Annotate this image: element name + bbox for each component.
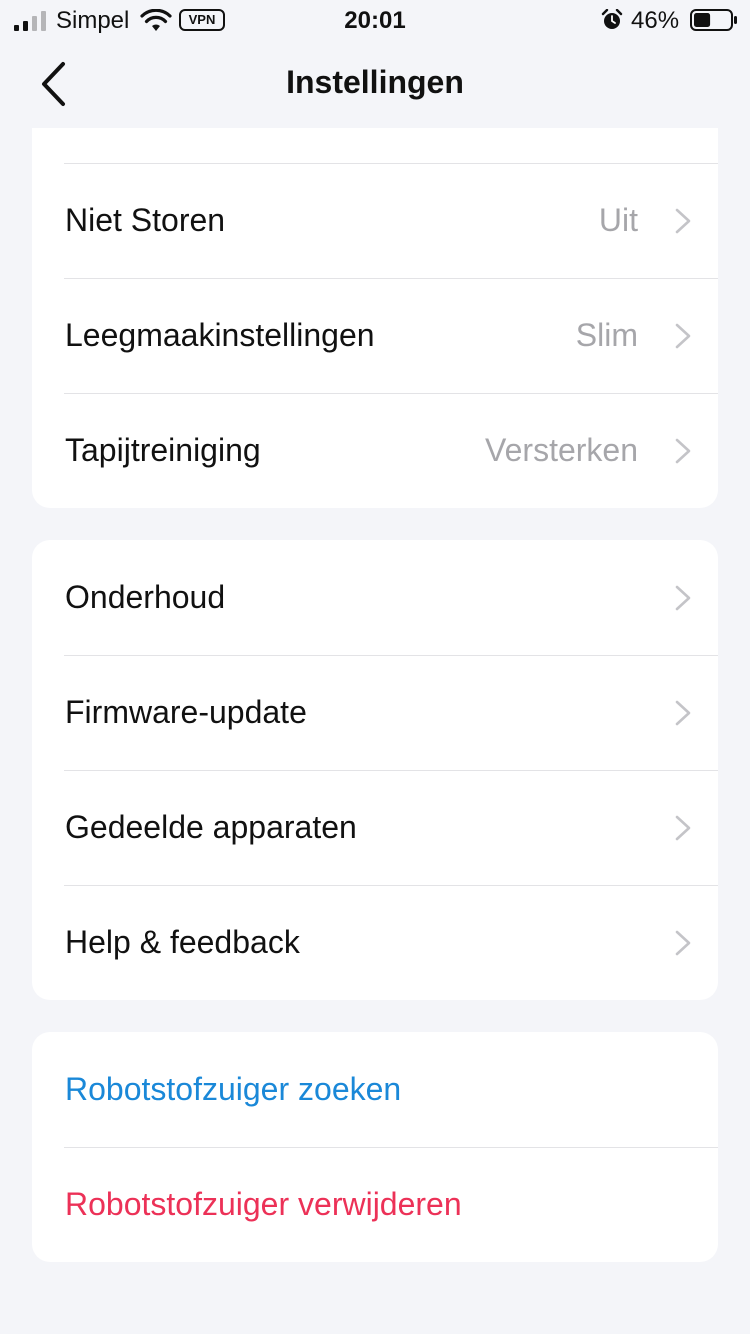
battery-percent: 46% bbox=[631, 7, 680, 34]
partially-hidden-row bbox=[32, 128, 718, 163]
row-value: Slim bbox=[575, 317, 638, 353]
chevron-right-icon bbox=[675, 585, 691, 611]
settings-row-help-feedback[interactable]: Help & feedback bbox=[32, 885, 718, 1000]
chevron-right-icon bbox=[675, 815, 691, 841]
alarm-icon bbox=[601, 9, 623, 29]
row-value: Versterken bbox=[485, 432, 638, 468]
row-label: Tapijtreiniging bbox=[65, 432, 261, 468]
navigation-bar: Instellingen bbox=[0, 40, 750, 128]
page-title: Instellingen bbox=[286, 64, 464, 100]
chevron-right-icon bbox=[675, 208, 691, 234]
chevron-right-icon bbox=[675, 323, 691, 349]
row-label: Gedeelde apparaten bbox=[65, 809, 357, 845]
settings-row-firmware-update[interactable]: Firmware-update bbox=[32, 655, 718, 770]
settings-row-onderhoud[interactable]: Onderhoud bbox=[32, 540, 718, 655]
settings-row-niet-storen[interactable]: Niet Storen Uit bbox=[32, 163, 718, 278]
settings-row-tapijtreiniging[interactable]: Tapijtreiniging Versterken bbox=[32, 393, 718, 508]
remove-robot-button[interactable]: Robotstofzuiger verwijderen bbox=[32, 1147, 718, 1262]
row-label: Leegmaakinstellingen bbox=[65, 317, 375, 353]
row-value: Uit bbox=[598, 202, 638, 238]
settings-group-actions: Robotstofzuiger zoeken Robotstofzuiger v… bbox=[32, 1032, 718, 1262]
settings-group-support: Onderhoud Firmware-update Gedeelde appar… bbox=[32, 540, 718, 1000]
settings-group-device: Niet Storen Uit Leegmaakinstellingen Sli… bbox=[32, 128, 718, 508]
status-bar: Simpel VPN 20:01 46% bbox=[0, 0, 750, 40]
row-label: Niet Storen bbox=[65, 202, 226, 238]
chevron-right-icon bbox=[675, 438, 691, 464]
settings-row-leegmaakinstellingen[interactable]: Leegmaakinstellingen Slim bbox=[32, 278, 718, 393]
chevron-right-icon bbox=[675, 700, 691, 726]
row-label: Firmware-update bbox=[65, 694, 307, 730]
battery-icon bbox=[690, 9, 737, 31]
chevron-right-icon bbox=[675, 930, 691, 956]
row-label: Help & feedback bbox=[65, 924, 300, 960]
find-robot-label: Robotstofzuiger zoeken bbox=[65, 1071, 402, 1107]
find-robot-button[interactable]: Robotstofzuiger zoeken bbox=[32, 1032, 718, 1147]
settings-row-gedeelde-apparaten[interactable]: Gedeelde apparaten bbox=[32, 770, 718, 885]
remove-robot-label: Robotstofzuiger verwijderen bbox=[65, 1186, 462, 1222]
row-label: Onderhoud bbox=[65, 579, 226, 615]
